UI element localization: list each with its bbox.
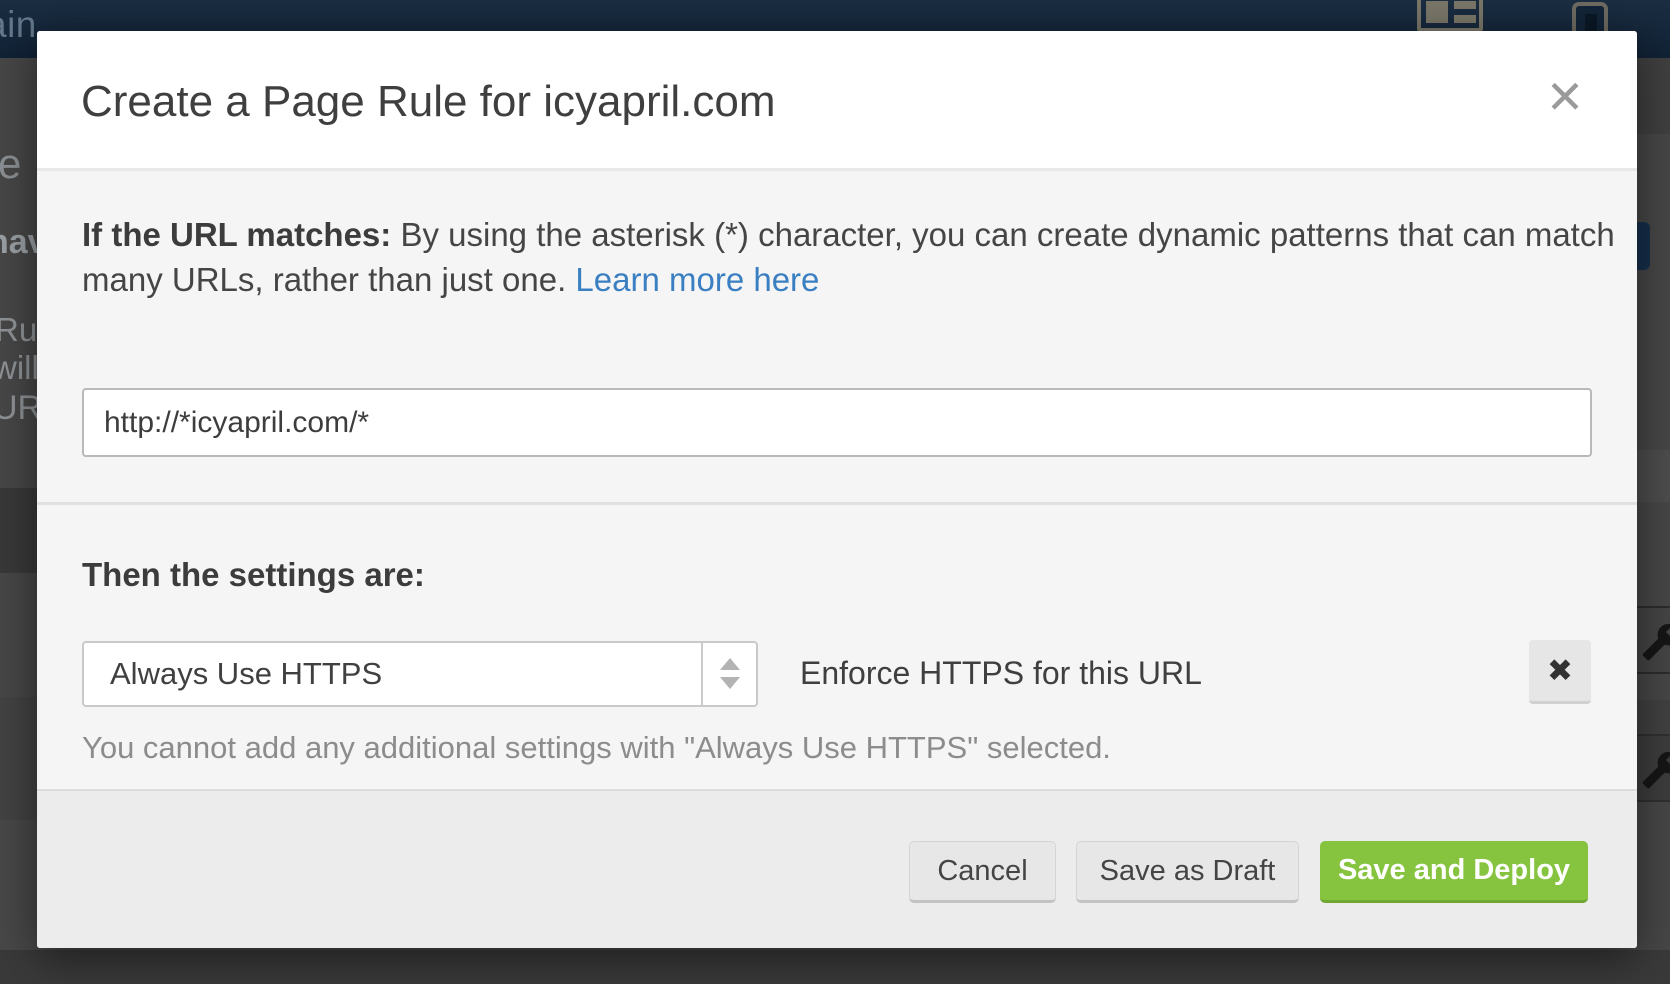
- remove-setting-icon: ✖: [1547, 653, 1573, 688]
- setting-select-value: Always Use HTTPS: [110, 643, 382, 705]
- url-match-label: If the URL matches:: [82, 216, 391, 253]
- background-text-fragment: will: [0, 349, 39, 387]
- background-row-band: [0, 950, 1670, 984]
- select-spinner-icon: [701, 643, 756, 705]
- learn-more-link[interactable]: Learn more here: [575, 261, 819, 298]
- screen: ain. e hav Ru will UR Create a Page Rule: [0, 0, 1670, 984]
- save-and-deploy-button[interactable]: Save and Deploy: [1320, 841, 1588, 903]
- modal-title: Create a Page Rule for icyapril.com: [81, 77, 776, 127]
- background-row-band: [0, 820, 37, 952]
- remove-setting-button[interactable]: ✖: [1529, 640, 1591, 704]
- background-row-band: [1637, 450, 1670, 502]
- background-row-band: [0, 697, 37, 820]
- background-row-band: [0, 488, 37, 573]
- background-text-fragment: e: [0, 140, 21, 188]
- url-match-description-line2: many URLs, rather than just one.: [82, 261, 566, 298]
- close-icon[interactable]: ✕: [1537, 69, 1593, 125]
- url-match-paragraph: If the URL matches: By using the asteris…: [82, 212, 1615, 302]
- background-row-band: [1637, 58, 1670, 134]
- settings-heading: Then the settings are:: [82, 556, 425, 594]
- background-text-fragment: Ru: [0, 311, 37, 349]
- cancel-button[interactable]: Cancel: [909, 841, 1056, 903]
- section-divider: [37, 502, 1637, 505]
- url-pattern-input[interactable]: [82, 388, 1592, 457]
- settings-note: You cannot add any additional settings w…: [82, 730, 1111, 766]
- save-as-draft-button[interactable]: Save as Draft: [1076, 841, 1299, 903]
- setting-description: Enforce HTTPS for this URL: [800, 641, 1202, 707]
- wrench-icon: [1641, 750, 1670, 790]
- wrench-icon: [1641, 622, 1670, 662]
- layout-icon: [1417, 0, 1483, 32]
- url-match-description-line1: By using the asterisk (*) character, you…: [400, 216, 1614, 253]
- modal-footer: Cancel Save as Draft Save and Deploy: [37, 789, 1637, 948]
- setting-select[interactable]: Always Use HTTPS: [82, 641, 758, 707]
- background-text-fragment: UR: [0, 389, 42, 428]
- create-page-rule-modal: Create a Page Rule for icyapril.com ✕ If…: [37, 31, 1637, 948]
- modal-header: Create a Page Rule for icyapril.com ✕: [37, 31, 1637, 171]
